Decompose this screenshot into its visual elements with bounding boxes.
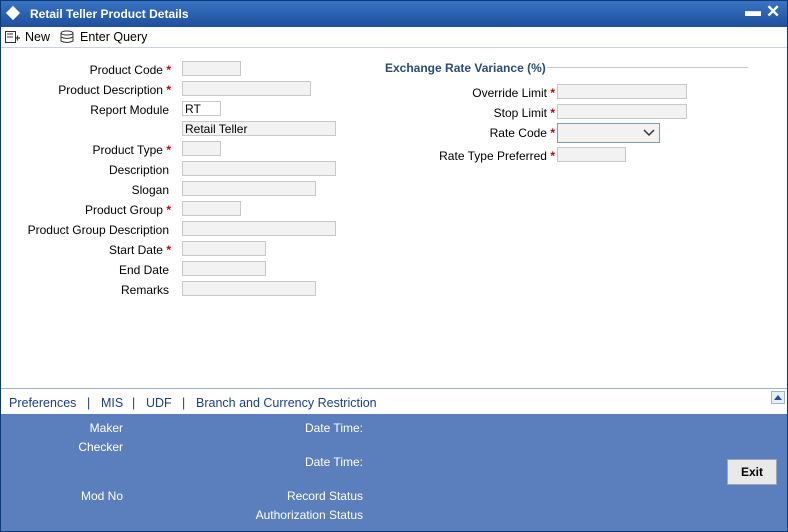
report-module-input[interactable] — [182, 101, 221, 116]
retail-teller-product-window: Retail Teller Product Details ▬ ✕ New En… — [0, 0, 788, 532]
rate-code-select[interactable] — [557, 123, 660, 143]
new-label: New — [25, 30, 51, 44]
product-code-label: Product Code * — [89, 63, 171, 77]
stop-limit-label: Stop Limit * — [493, 106, 555, 120]
enter-query-button[interactable]: Enter Query — [60, 28, 150, 46]
tab-udf[interactable]: UDF — [146, 396, 172, 410]
title-bar: Retail Teller Product Details ▬ ✕ — [1, 1, 787, 27]
exchange-rate-variance-title: Exchange Rate Variance (%) — [385, 61, 546, 75]
description-input[interactable] — [182, 161, 336, 176]
product-type-label: Product Type * — [92, 143, 171, 157]
exit-button[interactable]: Exit — [727, 459, 777, 485]
product-description-input[interactable] — [182, 81, 311, 96]
product-type-input[interactable] — [182, 141, 221, 156]
section-divider — [547, 67, 748, 68]
description-label: Description — [108, 163, 169, 177]
close-button[interactable]: ✕ — [766, 2, 780, 22]
slogan-input[interactable] — [182, 181, 316, 196]
triangle-up-icon — [774, 395, 782, 400]
product-code-input[interactable] — [182, 61, 241, 76]
start-date-label: Start Date * — [108, 243, 171, 257]
tab-branch-currency-restriction[interactable]: Branch and Currency Restriction — [196, 396, 377, 410]
product-group-description-input[interactable] — [182, 221, 336, 236]
rate-code-label: Rate Code * — [489, 126, 555, 140]
remarks-label: Remarks — [120, 283, 169, 297]
record-status-label: Record Status — [286, 489, 363, 503]
product-description-label: Product Description * — [58, 83, 171, 97]
stop-limit-input[interactable] — [557, 104, 687, 119]
product-group-label: Product Group * — [84, 203, 171, 217]
report-module-description — [182, 121, 336, 136]
override-limit-label: Override Limit * — [472, 86, 555, 100]
new-button[interactable]: New — [5, 28, 53, 46]
window-title: Retail Teller Product Details — [30, 7, 189, 21]
authorization-status-label: Authorization Status — [255, 508, 363, 522]
tab-separator: | — [132, 396, 136, 410]
query-icon — [60, 30, 74, 43]
audit-footer: Maker Checker Mod No Date Time: Date Tim… — [1, 414, 787, 531]
chevron-down-icon — [643, 129, 655, 137]
checker-label: Checker — [78, 440, 123, 454]
product-form: Product Code * Product Description * Rep… — [1, 48, 787, 386]
end-date-input[interactable] — [182, 261, 266, 276]
tab-preferences[interactable]: Preferences — [9, 396, 76, 410]
maker-label: Maker — [89, 421, 123, 435]
remarks-input[interactable] — [182, 281, 316, 296]
override-limit-input[interactable] — [557, 84, 687, 99]
minimize-button[interactable]: ▬ — [745, 3, 761, 21]
tab-separator: | — [182, 396, 186, 410]
product-group-description-label: Product Group Description — [27, 223, 169, 237]
rate-type-preferred-input[interactable] — [557, 147, 626, 162]
subsystem-tab-bar: Preferences | MIS | UDF | Branch and Cur… — [1, 388, 787, 415]
slogan-label: Slogan — [131, 183, 169, 197]
start-date-input[interactable] — [182, 241, 266, 256]
scroll-up-button[interactable] — [771, 391, 785, 404]
maker-date-time-label: Date Time: — [304, 421, 363, 435]
tab-mis[interactable]: MIS — [101, 396, 123, 410]
tab-separator: | — [87, 396, 91, 410]
product-group-input[interactable] — [182, 201, 241, 216]
checker-date-time-label: Date Time: — [304, 455, 363, 469]
mod-no-label: Mod No — [80, 489, 123, 503]
window-diamond-icon — [5, 5, 21, 21]
new-icon — [5, 31, 20, 43]
rate-type-preferred-label: Rate Type Preferred * — [439, 149, 555, 163]
enter-query-label: Enter Query — [80, 30, 148, 44]
end-date-label: End Date — [118, 263, 169, 277]
toolbar: New Enter Query — [1, 27, 787, 48]
report-module-label: Report Module — [90, 103, 169, 117]
